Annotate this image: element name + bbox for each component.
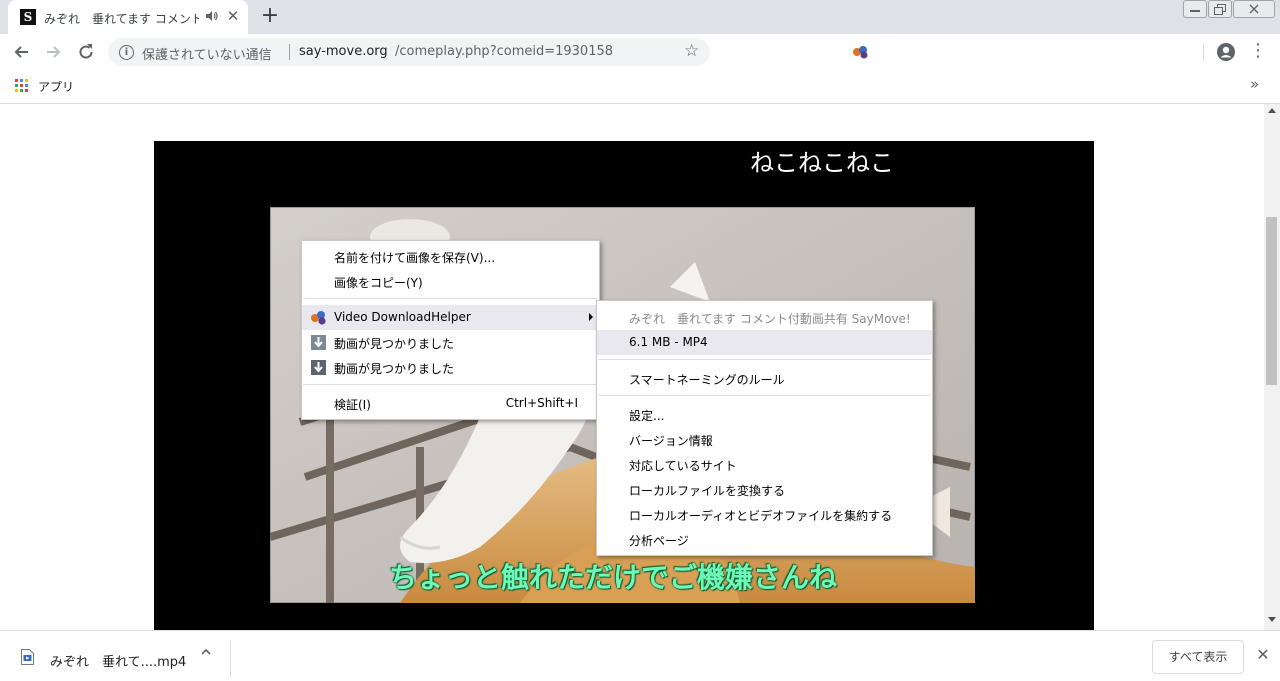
- download-arrow-icon: [310, 334, 328, 351]
- omnibox-divider: [289, 44, 290, 60]
- address-bar[interactable]: i 保護されていない通信 say-move.org /comeplay.php?…: [108, 38, 710, 66]
- toolbar-divider: [1203, 44, 1204, 62]
- context-menu: 名前を付けて画像を保存(V)... 画像をコピー(Y) Video Downlo…: [301, 240, 600, 420]
- tab-title: みぞれ 垂れてます コメント付動画共有 SayMove!: [44, 12, 199, 26]
- menu-item-copy-image[interactable]: 画像をコピー(Y): [302, 269, 599, 294]
- security-status: 保護されていない通信: [142, 48, 272, 63]
- menu-separator: [598, 395, 931, 396]
- menu-item-video-downloadhelper[interactable]: Video DownloadHelper: [302, 305, 599, 330]
- submenu-item-aggregate-local-files[interactable]: ローカルオーディオとビデオファイルを集約する: [597, 502, 932, 527]
- menu-shortcut: Ctrl+Shift+I: [505, 396, 578, 410]
- menu-item-save-image[interactable]: 名前を付けて画像を保存(V)...: [302, 244, 599, 269]
- download-arrow-icon: [310, 359, 328, 376]
- video-subtitle: ちょっと触れただけでご機嫌さんね: [389, 561, 838, 594]
- browser-menu-icon[interactable]: ⋮: [1249, 41, 1267, 63]
- audio-playing-icon[interactable]: [205, 8, 219, 24]
- close-download-shelf-icon[interactable]: ✕: [1255, 645, 1271, 664]
- submenu-item-settings[interactable]: 設定...: [597, 402, 932, 427]
- window-minimize-button[interactable]: [1183, 0, 1207, 18]
- submenu-arrow-icon: [589, 313, 593, 321]
- download-options-chevron-icon[interactable]: [200, 646, 212, 662]
- tab-close-icon[interactable]: ✕: [225, 8, 241, 24]
- apps-grid-icon[interactable]: [15, 79, 29, 93]
- new-tab-button[interactable]: +: [258, 5, 282, 29]
- url-path[interactable]: /comeplay.php?comeid=1930158: [395, 44, 613, 59]
- video-downloadhelper-submenu: みぞれ 垂れてます コメント付動画共有 SayMove! 6.1 MB - MP…: [596, 300, 933, 556]
- scroll-down-arrow-icon[interactable]: [1268, 617, 1276, 622]
- site-info-icon[interactable]: i: [119, 45, 134, 60]
- forward-button[interactable]: [43, 42, 63, 62]
- scrolling-comment: ねこねこねこ: [750, 149, 894, 177]
- submenu-item-version-info[interactable]: バージョン情報: [597, 427, 932, 452]
- submenu-item-smart-naming[interactable]: スマートネーミングのルール: [597, 366, 932, 391]
- back-button[interactable]: [12, 42, 32, 62]
- menu-separator: [598, 359, 931, 360]
- tab-strip: S みぞれ 垂れてます コメント付動画共有 SayMove! ✕ +: [0, 0, 1280, 34]
- bookmarks-overflow-button[interactable]: »: [1250, 75, 1259, 93]
- menu-item-video-found-1[interactable]: 動画が見つかりました: [302, 330, 599, 355]
- menu-separator: [303, 384, 598, 385]
- video-downloadhelper-icon: [310, 309, 328, 326]
- submenu-page-title: みぞれ 垂れてます コメント付動画共有 SayMove!: [629, 312, 911, 326]
- page-scrollbar[interactable]: [1264, 104, 1280, 630]
- download-divider: [230, 641, 231, 677]
- reload-button[interactable]: [76, 42, 96, 62]
- browser-toolbar: i 保護されていない通信 say-move.org /comeplay.php?…: [0, 34, 1280, 70]
- window-close-button[interactable]: [1233, 0, 1275, 18]
- submenu-item-supported-sites[interactable]: 対応しているサイト: [597, 452, 932, 477]
- submenu-item-download-mp4[interactable]: 6.1 MB - MP4: [597, 330, 932, 355]
- url-host[interactable]: say-move.org: [299, 44, 388, 59]
- download-shelf: みぞれ 垂れて....mp4 すべて表示 ✕: [0, 630, 1280, 681]
- submenu-item-analysis-page[interactable]: 分析ページ: [597, 527, 932, 552]
- scroll-up-arrow-icon[interactable]: [1268, 108, 1276, 113]
- bookmarks-bar: アプリ »: [0, 70, 1280, 104]
- menu-item-video-found-2[interactable]: 動画が見つかりました: [302, 355, 599, 380]
- menu-item-inspect[interactable]: 検証(I) Ctrl+Shift+I: [302, 391, 599, 416]
- download-file-name[interactable]: みぞれ 垂れて....mp4: [50, 651, 186, 670]
- apps-bookmark[interactable]: アプリ: [38, 78, 74, 95]
- window-restore-button[interactable]: [1208, 0, 1232, 18]
- browser-tab[interactable]: S みぞれ 垂れてます コメント付動画共有 SayMove! ✕: [8, 0, 248, 34]
- video-file-icon: [21, 649, 34, 665]
- video-downloadhelper-extension-icon[interactable]: [852, 45, 870, 59]
- bookmark-star-icon[interactable]: ☆: [684, 41, 699, 61]
- site-favicon: S: [20, 9, 36, 25]
- menu-separator: [303, 298, 598, 299]
- submenu-item-convert-local-files[interactable]: ローカルファイルを変換する: [597, 477, 932, 502]
- profile-avatar-icon[interactable]: [1216, 42, 1236, 62]
- show-all-downloads-button[interactable]: すべて表示: [1152, 640, 1244, 674]
- scrollbar-thumb[interactable]: [1266, 217, 1277, 385]
